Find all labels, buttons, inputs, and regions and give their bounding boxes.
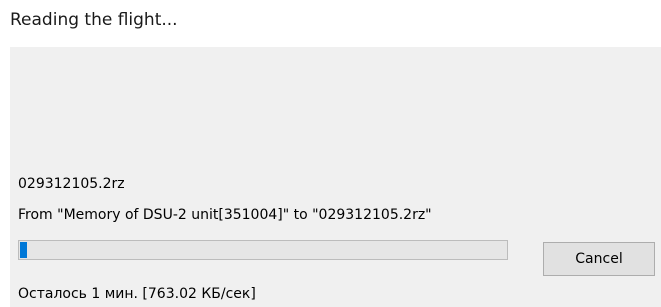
cancel-button[interactable]: Cancel — [543, 242, 655, 276]
progress-bar-fill — [20, 242, 27, 258]
time-remaining-status: Осталось 1 мин. [763.02 КБ/сек] — [18, 286, 256, 302]
progress-bar — [18, 240, 508, 260]
progress-panel: 029312105.2rz From "Memory of DSU-2 unit… — [10, 47, 661, 307]
transfer-description: From "Memory of DSU-2 unit[351004]" to "… — [18, 207, 432, 223]
file-name-label: 029312105.2rz — [18, 176, 125, 192]
dialog-title: Reading the flight... — [10, 10, 178, 30]
